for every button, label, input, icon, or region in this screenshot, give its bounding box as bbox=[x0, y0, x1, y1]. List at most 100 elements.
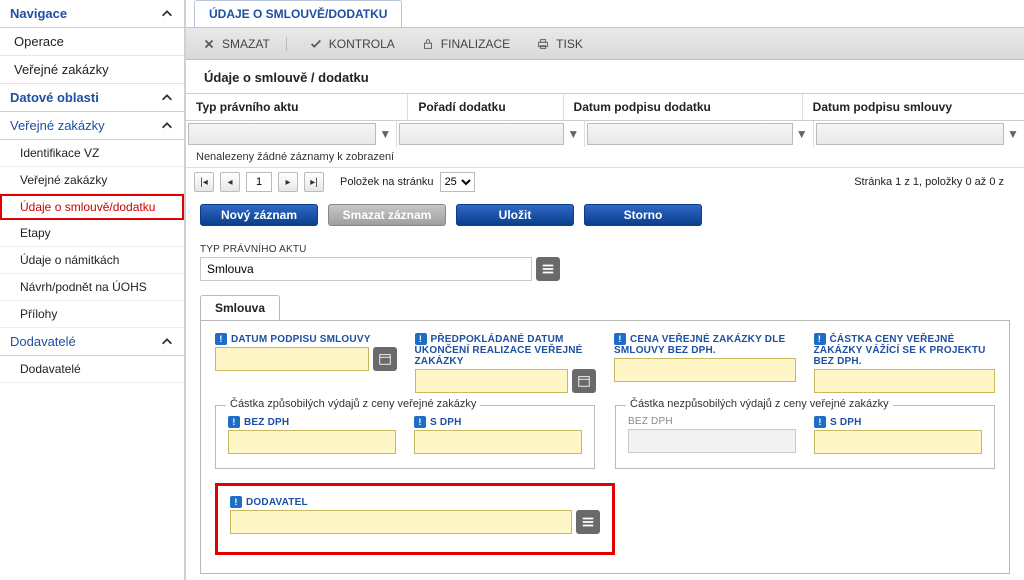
btn-novy-zaznam[interactable]: Nový záznam bbox=[200, 204, 318, 226]
toolbar-smazat[interactable]: SMAZAT bbox=[198, 37, 287, 51]
calendar-icon[interactable] bbox=[373, 347, 397, 371]
nav-group-dodavatele[interactable]: Dodavatelé bbox=[0, 328, 184, 356]
filter-datum-dod[interactable] bbox=[587, 123, 792, 145]
calendar-icon[interactable] bbox=[572, 369, 596, 393]
nav-label: Navigace bbox=[10, 6, 67, 21]
toolbar-kontrola[interactable]: KONTROLA bbox=[305, 37, 399, 51]
fieldset-nezpusobile: Částka nezpůsobilých výdajů z ceny veřej… bbox=[615, 405, 995, 469]
subpanel-smlouva: !DATUM PODPISU SMLOUVY !PŘEDPOKLÁDANÉ DA… bbox=[200, 320, 1010, 574]
btn-smazat-zaznam[interactable]: Smazat záznam bbox=[328, 204, 446, 226]
fieldset-label-zpusobile: Částka způsobilých výdajů z ceny veřejné… bbox=[226, 398, 480, 410]
check-icon bbox=[309, 37, 323, 51]
fieldset-zpusobile: Částka způsobilých výdajů z ceny veřejné… bbox=[215, 405, 595, 469]
pager-last[interactable]: ▸| bbox=[304, 172, 324, 192]
toolbar-label: TISK bbox=[556, 37, 583, 51]
filter-poradi[interactable] bbox=[399, 123, 564, 145]
toolbar-label: KONTROLA bbox=[329, 37, 395, 51]
input-predpokladane-datum[interactable] bbox=[415, 369, 569, 393]
filter-typ[interactable] bbox=[188, 123, 376, 145]
nav-section-navigace[interactable]: Navigace bbox=[0, 0, 184, 28]
input-nezpusob-s-dph[interactable] bbox=[814, 430, 982, 454]
pager-first[interactable]: |◂ bbox=[194, 172, 214, 192]
delete-icon bbox=[202, 37, 216, 51]
nav-sub-verejne-zakazky[interactable]: Veřejné zakázky bbox=[0, 167, 184, 194]
chevron-up-icon bbox=[160, 119, 174, 133]
tabbar: ÚDAJE O SMLOUVĚ/DODATKU bbox=[186, 0, 1024, 28]
pager-per-page-select[interactable]: 25 bbox=[440, 172, 475, 192]
label-predpokladane-datum: !PŘEDPOKLÁDANÉ DATUM UKONČENÍ REALIZACE … bbox=[415, 333, 597, 367]
input-zpusob-bez-dph[interactable] bbox=[228, 430, 396, 454]
fieldset-label-nezpusobile: Částka nezpůsobilých výdajů z ceny veřej… bbox=[626, 398, 893, 410]
chevron-up-icon bbox=[160, 91, 174, 105]
chevron-up-icon bbox=[160, 335, 174, 349]
toolbar-label: FINALIZACE bbox=[441, 37, 510, 51]
toolbar-tisk[interactable]: TISK bbox=[532, 37, 587, 51]
label-s-dph: !S DPH bbox=[414, 416, 582, 428]
label-s-dph: !S DPH bbox=[814, 416, 982, 428]
lookup-icon[interactable] bbox=[576, 510, 600, 534]
nav-sub-identifikace-vz[interactable]: Identifikace VZ bbox=[0, 140, 184, 167]
nav-item-operace[interactable]: Operace bbox=[0, 28, 184, 56]
nav-sub-navrh-podnet[interactable]: Návrh/podnět na ÚOHS bbox=[0, 274, 184, 301]
grid-filter-row: ▼ ▼ ▼ ▼ bbox=[186, 121, 1024, 147]
nav-label: Dodavatelé bbox=[10, 334, 76, 349]
pager-per-page-label: Položek na stránku bbox=[340, 176, 434, 188]
sidebar: Navigace Operace Veřejné zakázky Datové … bbox=[0, 0, 185, 580]
filter-icon[interactable]: ▼ bbox=[376, 127, 394, 141]
dodavatel-highlight-box: !DODAVATEL bbox=[215, 483, 615, 555]
grid-header-datum-smlouvy[interactable]: Datum podpisu smlouvy bbox=[803, 94, 1024, 120]
label-bez-dph: !BEZ DPH bbox=[228, 416, 396, 428]
grid-empty-message: Nenalezeny žádné záznamy k zobrazení bbox=[186, 147, 1024, 167]
filter-icon[interactable]: ▼ bbox=[564, 127, 582, 141]
label-datum-podpisu-smlouvy: !DATUM PODPISU SMLOUVY bbox=[215, 333, 397, 345]
pager-page-number[interactable] bbox=[246, 172, 272, 192]
chevron-up-icon bbox=[160, 7, 174, 21]
input-nezpusob-bez-dph bbox=[628, 429, 796, 453]
toolbar-label: SMAZAT bbox=[222, 37, 270, 51]
input-castka-ceny[interactable] bbox=[814, 369, 996, 393]
input-typ-pravniho-aktu[interactable] bbox=[200, 257, 532, 281]
nav-sub-prilohy[interactable]: Přílohy bbox=[0, 301, 184, 328]
print-icon bbox=[536, 37, 550, 51]
lookup-icon[interactable] bbox=[536, 257, 560, 281]
input-datum-podpisu-smlouvy[interactable] bbox=[215, 347, 369, 371]
label-typ-pravniho-aktu: TYP PRÁVNÍHO AKTU bbox=[200, 244, 1010, 255]
btn-ulozit[interactable]: Uložit bbox=[456, 204, 574, 226]
main-panel: ÚDAJE O SMLOUVĚ/DODATKU SMAZAT KONTROLA … bbox=[185, 0, 1024, 580]
pager-next[interactable]: ▸ bbox=[278, 172, 298, 192]
pager-status: Stránka 1 z 1, položky 0 až 0 z bbox=[854, 176, 1016, 188]
label-dodavatel: !DODAVATEL bbox=[230, 496, 600, 508]
toolbar-finalizace[interactable]: FINALIZACE bbox=[417, 37, 514, 51]
pager-prev[interactable]: ◂ bbox=[220, 172, 240, 192]
action-button-row: Nový záznam Smazat záznam Uložit Storno bbox=[186, 196, 1024, 234]
nav-sub-dodavatele[interactable]: Dodavatelé bbox=[0, 356, 184, 383]
btn-storno[interactable]: Storno bbox=[584, 204, 702, 226]
nav-sub-udaje-o-smlouve[interactable]: Údaje o smlouvě/dodatku bbox=[0, 194, 184, 220]
nav-label: Datové oblasti bbox=[10, 90, 99, 105]
form-area: TYP PRÁVNÍHO AKTU Smlouva !DATUM PODPISU… bbox=[186, 234, 1024, 574]
grid-header-poradi[interactable]: Pořadí dodatku bbox=[408, 94, 563, 120]
input-cena-dle-smlouvy[interactable] bbox=[614, 358, 796, 382]
section-title: Údaje o smlouvě / dodatku bbox=[186, 60, 1024, 93]
grid-footer: |◂ ◂ ▸ ▸| Položek na stránku 25 Stránka … bbox=[186, 167, 1024, 196]
grid-header-typ[interactable]: Typ právního aktu bbox=[186, 94, 408, 120]
nav-group-verejne-zakazky[interactable]: Veřejné zakázky bbox=[0, 112, 184, 140]
filter-datum-sml[interactable] bbox=[816, 123, 1004, 145]
grid-header-datum-dodatku[interactable]: Datum podpisu dodatku bbox=[564, 94, 803, 120]
nav-sub-udaje-o-namitkach[interactable]: Údaje o námitkách bbox=[0, 247, 184, 274]
tab-udaje-o-smlouve[interactable]: ÚDAJE O SMLOUVĚ/DODATKU bbox=[194, 0, 402, 27]
grid: Typ právního aktu Pořadí dodatku Datum p… bbox=[186, 93, 1024, 196]
lock-icon bbox=[421, 37, 435, 51]
input-dodavatel[interactable] bbox=[230, 510, 572, 534]
label-bez-dph-ro: BEZ DPH bbox=[628, 416, 796, 427]
nav-section-datove-oblasti[interactable]: Datové oblasti bbox=[0, 84, 184, 112]
filter-icon[interactable]: ▼ bbox=[1004, 127, 1022, 141]
label-castka-ceny: !ČÁSTKA CENY VEŘEJNÉ ZAKÁZKY VÁŽÍCÍ SE K… bbox=[814, 333, 996, 367]
nav-label: Veřejné zakázky bbox=[10, 118, 105, 133]
label-cena-dle-smlouvy: !CENA VEŘEJNÉ ZAKÁZKY DLE SMLOUVY BEZ DP… bbox=[614, 333, 796, 356]
subtab-smlouva[interactable]: Smlouva bbox=[200, 295, 280, 320]
nav-item-verejne-zakazky[interactable]: Veřejné zakázky bbox=[0, 56, 184, 84]
filter-icon[interactable]: ▼ bbox=[793, 127, 811, 141]
input-zpusob-s-dph[interactable] bbox=[414, 430, 582, 454]
nav-sub-etapy[interactable]: Etapy bbox=[0, 220, 184, 247]
